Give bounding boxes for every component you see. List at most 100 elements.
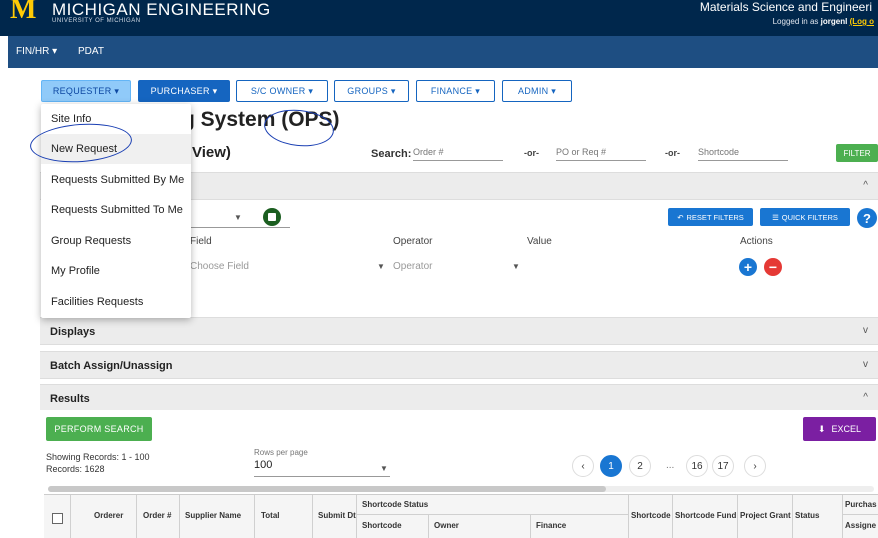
- help-icon[interactable]: ?: [857, 208, 877, 228]
- shortcode-header[interactable]: Shortcode: [631, 511, 671, 520]
- requester-menu-button[interactable]: REQUESTER ▾: [41, 80, 131, 102]
- brand-name: MICHIGAN ENGINEERING: [52, 0, 271, 19]
- operator-select[interactable]: Operator: [393, 261, 432, 272]
- field-select[interactable]: Choose Field: [190, 261, 249, 272]
- next-page-button[interactable]: ›: [744, 455, 766, 477]
- top-nav: FIN/HR ▾ PDAT: [8, 36, 878, 68]
- quick-filters-button[interactable]: ☰ QUICK FILTERS: [760, 208, 850, 226]
- finance-menu-button[interactable]: FINANCE ▾: [416, 80, 495, 102]
- column-divider: [179, 495, 180, 538]
- reset-filters-button[interactable]: ↶ RESET FILTERS: [668, 208, 753, 226]
- column-divider: [737, 495, 738, 538]
- nav-finhr[interactable]: FIN/HR ▾: [16, 46, 57, 57]
- excel-export-button[interactable]: ⬇ EXCEL: [803, 417, 876, 441]
- page-17-button[interactable]: 17: [712, 455, 734, 477]
- nav-pdat[interactable]: PDAT: [78, 46, 104, 57]
- prev-page-button[interactable]: ‹: [572, 455, 594, 477]
- purchaser-menu-button[interactable]: PURCHASER ▾: [138, 80, 230, 102]
- michigan-logo[interactable]: M: [10, 0, 36, 26]
- status-shortcode-header[interactable]: Shortcode: [362, 521, 402, 530]
- orderer-header[interactable]: Orderer: [94, 511, 123, 520]
- or-separator: -or-: [665, 148, 680, 158]
- displays-panel[interactable]: Displays v: [40, 317, 878, 345]
- column-divider: [254, 495, 255, 538]
- chevron-down-icon[interactable]: ▼: [512, 262, 520, 271]
- chevron-up-icon[interactable]: ^: [863, 180, 868, 191]
- column-divider: [70, 495, 71, 538]
- order-number-header[interactable]: Order #: [143, 511, 171, 520]
- column-divider: [428, 514, 429, 538]
- scrollbar-thumb[interactable]: [48, 486, 606, 492]
- chevron-down-icon[interactable]: ▼: [380, 464, 388, 473]
- total-header[interactable]: Total: [261, 511, 280, 520]
- groups-menu-button[interactable]: GROUPS ▾: [334, 80, 409, 102]
- menu-item-group-requests[interactable]: Group Requests: [41, 226, 191, 256]
- column-divider: [136, 495, 137, 538]
- operator-column-header: Operator: [393, 236, 433, 247]
- remove-icon[interactable]: −: [764, 258, 782, 276]
- chevron-down-icon[interactable]: ▼: [377, 262, 385, 271]
- batch-panel[interactable]: Batch Assign/Unassign v: [40, 351, 878, 379]
- undo-icon: ↶: [677, 212, 684, 222]
- shortcode-fund-header[interactable]: Shortcode Fund: [675, 511, 736, 520]
- order-number-input[interactable]: [413, 143, 503, 161]
- purchaser-header[interactable]: Purchas: [845, 500, 877, 509]
- add-icon[interactable]: +: [739, 258, 757, 276]
- column-divider: [792, 495, 793, 538]
- status-owner-header[interactable]: Owner: [434, 521, 459, 530]
- showing-records: Showing Records: 1 - 100: [46, 452, 150, 462]
- page-2-button[interactable]: 2: [629, 455, 651, 477]
- chevron-down-icon[interactable]: v: [863, 359, 868, 370]
- shortcode-input[interactable]: [698, 143, 788, 161]
- column-divider: [842, 495, 843, 538]
- reset-filters-label: RESET FILTERS: [686, 212, 744, 222]
- column-divider: [312, 495, 313, 538]
- chevron-up-icon[interactable]: ^: [863, 392, 868, 403]
- menu-item-site-info[interactable]: Site Info: [41, 104, 191, 134]
- save-icon[interactable]: [263, 208, 281, 226]
- or-separator: -or-: [524, 148, 539, 158]
- admin-menu-button[interactable]: ADMIN ▾: [502, 80, 572, 102]
- supplier-name-header[interactable]: Supplier Name: [185, 511, 241, 520]
- menu-item-submitted-by-me[interactable]: Requests Submitted By Me: [41, 165, 191, 195]
- po-req-input[interactable]: [556, 143, 646, 161]
- logout-link[interactable]: (Log o: [850, 17, 874, 26]
- status-header[interactable]: Status: [795, 511, 819, 520]
- chevron-down-icon[interactable]: v: [863, 325, 868, 336]
- filter-button[interactable]: FILTER: [836, 144, 878, 162]
- column-divider: [530, 514, 531, 538]
- username: jorgenl: [820, 17, 848, 26]
- field-column-header: Field: [190, 236, 212, 247]
- assignee-header[interactable]: Assigne: [845, 521, 876, 530]
- submit-date-header[interactable]: Submit Dt: [318, 511, 356, 520]
- requester-dropdown-menu: Site Info New Request Requests Submitted…: [41, 104, 191, 318]
- results-table-header: Orderer Order # Supplier Name Total Subm…: [44, 494, 878, 538]
- download-icon: ⬇: [817, 423, 826, 434]
- results-panel[interactable]: Results ^: [40, 384, 878, 411]
- menu-item-new-request[interactable]: New Request: [41, 134, 191, 164]
- sc-owner-menu-button[interactable]: S/C OWNER ▾: [236, 80, 328, 102]
- search-label: Search:: [371, 148, 412, 160]
- menu-item-my-profile[interactable]: My Profile: [41, 256, 191, 286]
- results-title: Results: [50, 393, 90, 405]
- perform-search-button[interactable]: PERFORM SEARCH: [46, 417, 152, 441]
- rows-per-page-select[interactable]: 100: [254, 459, 390, 477]
- excel-label: EXCEL: [831, 424, 862, 434]
- column-divider: [628, 495, 629, 538]
- status-finance-header[interactable]: Finance: [536, 521, 566, 530]
- department-name: Materials Science and Engineeri: [699, 0, 872, 14]
- page-16-button[interactable]: 16: [686, 455, 708, 477]
- login-status: Logged in as jorgenl (Log o: [773, 17, 874, 26]
- menu-item-facilities-requests[interactable]: Facilities Requests: [41, 287, 191, 317]
- actions-column-header: Actions: [740, 236, 773, 247]
- quick-filters-label: QUICK FILTERS: [781, 212, 838, 222]
- filter-icon: ☰: [772, 212, 779, 222]
- select-all-checkbox[interactable]: [52, 513, 63, 524]
- page-1-button[interactable]: 1: [600, 455, 622, 477]
- chevron-down-icon[interactable]: ▼: [234, 213, 242, 222]
- menu-item-submitted-to-me[interactable]: Requests Submitted To Me: [41, 195, 191, 225]
- brand-subtitle: UNIVERSITY OF MICHIGAN: [52, 18, 141, 24]
- project-grant-header[interactable]: Project Grant: [740, 511, 791, 520]
- displays-title: Displays: [50, 326, 96, 338]
- column-divider: [672, 495, 673, 538]
